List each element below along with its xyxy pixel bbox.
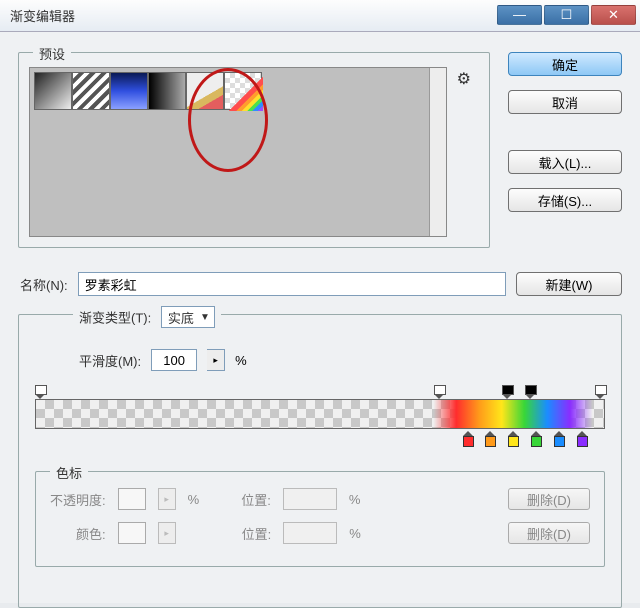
window-buttons: — ☐ ✕ [495, 5, 636, 27]
gear-icon[interactable]: ⚙ [457, 67, 471, 89]
opacity-stop[interactable] [525, 385, 535, 397]
type-select[interactable]: 实底 [161, 306, 215, 328]
preset-swatch[interactable] [186, 72, 224, 110]
type-value: 实底 [168, 308, 194, 327]
stops-legend: 色标 [50, 463, 88, 482]
position-label: 位置: [241, 490, 271, 509]
color-well [118, 522, 146, 544]
preset-swatch[interactable] [224, 72, 262, 110]
presets-list[interactable]: ▴ [29, 67, 447, 237]
close-button[interactable]: ✕ [591, 5, 636, 25]
cancel-button[interactable]: 取消 [508, 90, 622, 114]
preset-swatch[interactable] [110, 72, 148, 110]
smoothness-row: 平滑度(M): ▸ % [33, 349, 607, 371]
window-title: 渐变编辑器 [10, 6, 75, 25]
color-stop[interactable] [577, 431, 588, 449]
color-stepper: ▸ [158, 522, 176, 544]
delete-color-stop-button: 删除(D) [508, 522, 590, 544]
color-label: 颜色: [76, 524, 106, 543]
name-label: 名称(N): [20, 275, 68, 294]
preset-swatch-row [30, 68, 446, 114]
opacity-unit: % [188, 492, 200, 507]
new-button[interactable]: 新建(W) [516, 272, 622, 296]
type-legend: 渐变类型(T): 实底 [73, 306, 221, 328]
color-stop[interactable] [508, 431, 519, 449]
position-unit: % [349, 492, 361, 507]
stops-fieldset: 色标 不透明度: ▸ % 位置: % 删除(D) 颜色: ▸ 位置: % 删除(… [35, 471, 605, 567]
button-column: 确定 取消 载入(L)... 存储(S)... [508, 52, 622, 212]
smoothness-stepper[interactable]: ▸ [207, 349, 225, 371]
position-unit: % [349, 526, 361, 541]
opacity-stop[interactable] [502, 385, 512, 397]
load-button[interactable]: 载入(L)... [508, 150, 622, 174]
color-stop[interactable] [463, 431, 474, 449]
opacity-label: 不透明度: [50, 490, 106, 509]
save-button[interactable]: 存储(S)... [508, 188, 622, 212]
preset-swatch[interactable] [34, 72, 72, 110]
opacity-value [118, 488, 146, 510]
smoothness-label: 平滑度(M): [79, 351, 141, 370]
presets-legend: 预设 [33, 44, 71, 63]
smoothness-input[interactable] [151, 349, 197, 371]
opacity-stop[interactable] [595, 385, 605, 397]
presets-fieldset: 预设 ▴ ⚙ [18, 52, 490, 248]
color-position-input [283, 522, 337, 544]
gradient-editor [35, 385, 605, 453]
name-input[interactable] [78, 272, 506, 296]
minimize-button[interactable]: — [497, 5, 542, 25]
position-label: 位置: [242, 524, 272, 543]
name-row: 名称(N): 新建(W) [20, 272, 622, 296]
gradient-bar[interactable] [35, 399, 605, 429]
smoothness-unit: % [235, 353, 247, 368]
color-stop[interactable] [554, 431, 565, 449]
titlebar: 渐变编辑器 — ☐ ✕ [0, 0, 640, 32]
color-stop-controls: 颜色: ▸ 位置: % 删除(D) [50, 522, 590, 544]
color-stop[interactable] [531, 431, 542, 449]
ok-button[interactable]: 确定 [508, 52, 622, 76]
gradient-type-fieldset: 渐变类型(T): 实底 平滑度(M): ▸ % [18, 314, 622, 608]
maximize-button[interactable]: ☐ [544, 5, 589, 25]
type-label: 渐变类型(T): [79, 311, 151, 326]
dialog-content: 预设 ▴ ⚙ 确定 取消 载入(L)... [0, 32, 640, 603]
opacity-stop[interactable] [35, 385, 45, 397]
opacity-stop-controls: 不透明度: ▸ % 位置: % 删除(D) [50, 488, 590, 510]
opacity-stop-row [35, 385, 605, 399]
preset-swatch[interactable] [72, 72, 110, 110]
opacity-stop[interactable] [434, 385, 444, 397]
color-stop-row [35, 431, 605, 453]
opacity-stepper: ▸ [158, 488, 176, 510]
delete-opacity-stop-button: 删除(D) [508, 488, 590, 510]
preset-swatch[interactable] [148, 72, 186, 110]
color-stop[interactable] [485, 431, 496, 449]
opacity-position-input [283, 488, 337, 510]
scroll-up-icon[interactable]: ▴ [438, 70, 443, 81]
